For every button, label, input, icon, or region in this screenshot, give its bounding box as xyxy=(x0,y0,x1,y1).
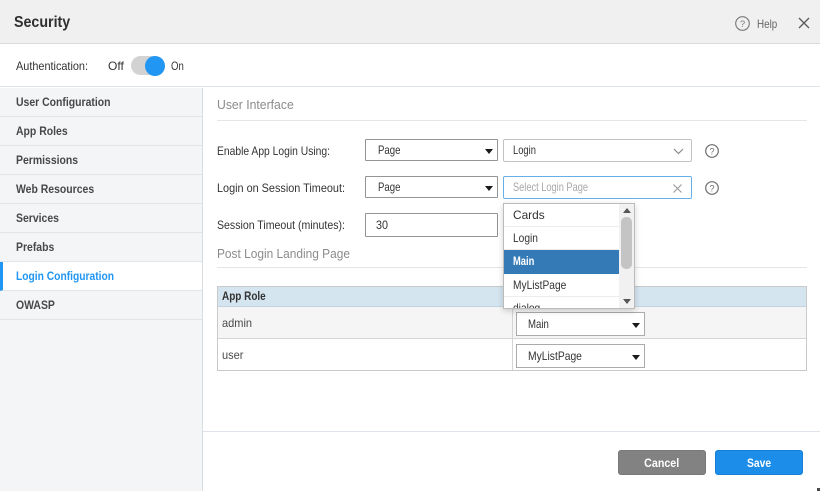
svg-text:?: ? xyxy=(709,147,714,157)
svg-text:?: ? xyxy=(740,19,745,30)
svg-text:?: ? xyxy=(709,184,714,194)
